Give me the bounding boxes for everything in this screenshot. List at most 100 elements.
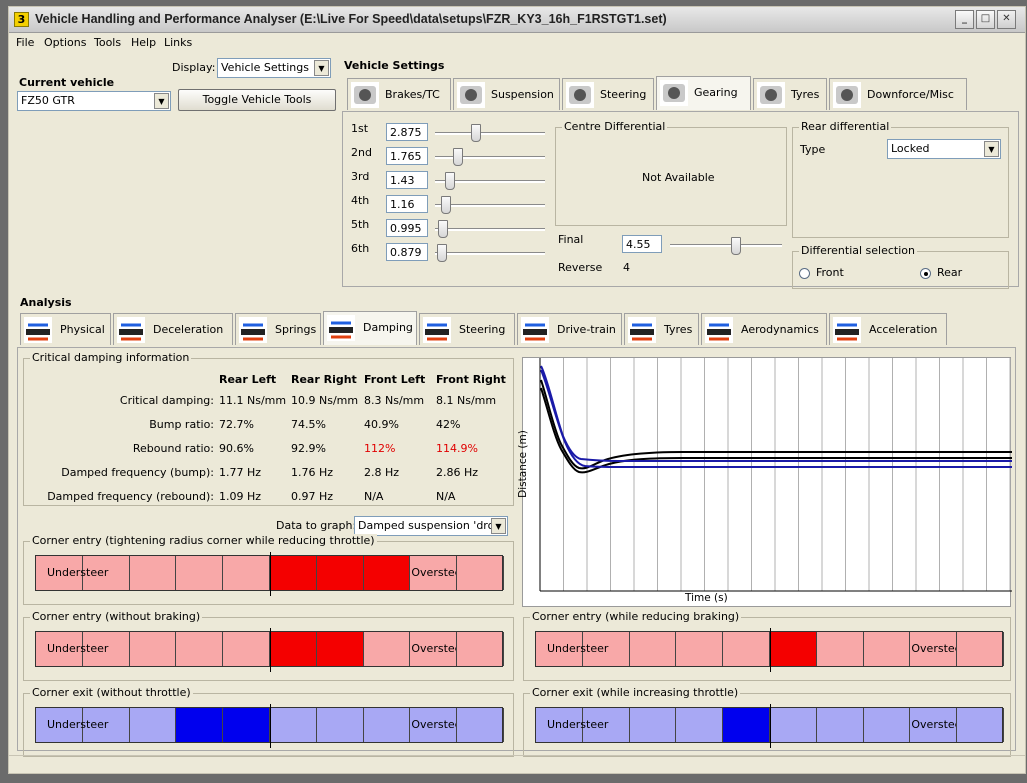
menu-links[interactable]: Links <box>164 36 192 49</box>
balance-title: Corner exit (without throttle) <box>30 686 193 699</box>
balance-cell <box>676 708 724 742</box>
rear-diff-type-dropdown[interactable]: Locked ▼ <box>887 139 1001 159</box>
minimize-button[interactable]: _ <box>955 10 974 29</box>
gear-ratio-input[interactable]: 1.16 <box>386 195 428 213</box>
oversteer-label: Oversteer <box>411 718 456 731</box>
table-cell: 10.9 Ns/mm <box>291 394 359 407</box>
analysis-tab-deceleration[interactable]: Deceleration <box>113 313 233 345</box>
tab-label: Tyres <box>791 88 820 101</box>
table-cell: N/A <box>364 490 384 503</box>
gear-slider-thumb[interactable] <box>438 220 448 238</box>
analysis-tab-damping[interactable]: Damping <box>323 311 417 345</box>
balance-cell <box>223 632 270 666</box>
table-cell: 2.86 Hz <box>436 466 479 479</box>
balance-cell <box>270 632 317 666</box>
balance-center-marker <box>270 704 271 748</box>
gear-ratio-input[interactable]: 0.995 <box>386 219 428 237</box>
vs-tab-downforce-misc[interactable]: Downforce/Misc <box>829 78 967 110</box>
rear-radio[interactable] <box>920 268 931 279</box>
display-dropdown[interactable]: Vehicle Settings ▼ <box>217 58 331 78</box>
understeer-label: Understeer <box>47 642 109 655</box>
front-radio[interactable] <box>799 268 810 279</box>
vs-tab-brakes-tc[interactable]: Brakes/TC <box>347 78 451 110</box>
maximize-button[interactable]: □ <box>976 10 995 29</box>
data-to-graph-dropdown[interactable]: Damped suspension 'drop' ▼ <box>354 516 508 536</box>
gear-stick-icon <box>660 80 688 106</box>
gear-slider-track <box>435 132 545 135</box>
analysis-tab-drive-train[interactable]: Drive-train <box>517 313 622 345</box>
vs-tab-steering[interactable]: Steering <box>562 78 654 110</box>
chevron-down-icon: ▼ <box>491 518 506 534</box>
balance-cell <box>130 708 177 742</box>
gear-slider-thumb[interactable] <box>441 196 451 214</box>
aero-icon <box>705 317 733 343</box>
balance-cell <box>270 708 317 742</box>
balance-group: Corner entry (tightening radius corner w… <box>23 534 514 605</box>
balance-cell <box>223 556 270 590</box>
title-bar[interactable]: 3 Vehicle Handling and Performance Analy… <box>9 7 1025 33</box>
gear-slider-track <box>435 228 545 231</box>
balance-group: Corner exit (while increasing throttle) U… <box>523 686 1011 757</box>
gear-slider-thumb[interactable] <box>471 124 481 142</box>
balance-cell <box>317 708 364 742</box>
car-profile-icon <box>24 317 52 343</box>
deceleration-icon <box>117 317 145 343</box>
table-cell: 8.1 Ns/mm <box>436 394 497 407</box>
understeer-label: Understeer <box>547 718 609 731</box>
gear-ratio-input[interactable]: 1.43 <box>386 171 428 189</box>
analysis-tab-tyres[interactable]: Tyres <box>624 313 699 345</box>
tyre-icon <box>628 317 656 343</box>
menu-file[interactable]: File <box>16 36 34 49</box>
data-to-graph-label: Data to graph: <box>276 519 357 532</box>
analysis-tab-acceleration[interactable]: Acceleration <box>829 313 947 345</box>
rear-diff-title: Rear differential <box>799 120 892 133</box>
tab-label: Suspension <box>491 88 554 101</box>
balance-cell <box>723 708 770 742</box>
steering-wheel-icon <box>566 82 594 108</box>
table-cell: 112% <box>364 442 396 455</box>
display-value: Vehicle Settings <box>221 61 309 74</box>
toggle-vehicle-tools-button[interactable]: Toggle Vehicle Tools <box>178 89 336 111</box>
balance-center-marker <box>270 552 271 596</box>
rear-right-curve <box>540 387 1012 474</box>
vs-tab-suspension[interactable]: Suspension <box>453 78 560 110</box>
rear-radio-label: Rear <box>937 266 963 279</box>
menu-options[interactable]: Options <box>44 36 86 49</box>
analysis-tab-steering[interactable]: Steering <box>419 313 515 345</box>
table-cell: 2.8 Hz <box>364 466 400 479</box>
analysis-tab-aerodynamics[interactable]: Aerodynamics <box>701 313 827 345</box>
understeer-label: Understeer <box>47 566 109 579</box>
analysis-tab-physical[interactable]: Physical <box>20 313 111 345</box>
balance-cell <box>457 556 504 590</box>
vs-tab-gearing[interactable]: Gearing <box>656 76 751 110</box>
final-drive-input[interactable]: 4.55 <box>622 235 662 253</box>
menu-help[interactable]: Help <box>131 36 156 49</box>
gear-slider-thumb[interactable] <box>453 148 463 166</box>
balance-cell <box>864 632 911 666</box>
centre-diff-group: Centre Differential Not Available <box>555 120 787 226</box>
close-button[interactable]: ✕ <box>997 10 1016 29</box>
menu-tools[interactable]: Tools <box>94 36 121 49</box>
vehicle-dropdown[interactable]: FZ50 GTR ▼ <box>17 91 171 111</box>
gear-slider-thumb[interactable] <box>445 172 455 190</box>
final-label: Final <box>558 233 584 246</box>
gear-label: 1st <box>351 122 369 135</box>
gear-slider-track <box>435 204 545 207</box>
balance-group: Corner entry (without braking) Understeer… <box>23 610 514 681</box>
gear-slider-thumb[interactable] <box>437 244 447 262</box>
understeer-label: Understeer <box>547 642 609 655</box>
gear-ratio-input[interactable]: 0.879 <box>386 243 428 261</box>
gear-ratio-input[interactable]: 2.875 <box>386 123 428 141</box>
table-cell: 1.09 Hz <box>219 490 262 503</box>
balance-title: Corner entry (tightening radius corner w… <box>30 534 377 547</box>
final-drive-slider[interactable] <box>731 237 742 255</box>
vs-tab-tyres[interactable]: Tyres <box>753 78 827 110</box>
table-cell: N/A <box>436 490 456 503</box>
analysis-heading: Analysis <box>20 296 72 309</box>
balance-cell <box>957 632 1004 666</box>
tab-label: Brakes/TC <box>385 88 440 101</box>
critical-damping-title: Critical damping information <box>30 351 192 364</box>
gear-ratio-input[interactable]: 1.765 <box>386 147 428 165</box>
analysis-tab-springs[interactable]: Springs <box>235 313 321 345</box>
table-cell: 1.77 Hz <box>219 466 262 479</box>
